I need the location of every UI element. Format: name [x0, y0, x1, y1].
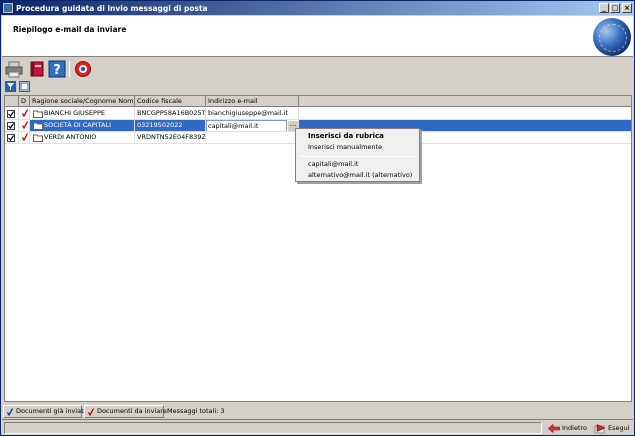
svg-text:?: ? [53, 63, 61, 78]
arrow-left-icon [548, 424, 560, 433]
d-cell [19, 120, 30, 132]
filter-icon[interactable] [5, 81, 16, 92]
back-button[interactable]: Indietro [545, 421, 592, 435]
toolbar-separator [69, 61, 70, 77]
menu-item-email-alternative[interactable]: alternativo@mail.it (alternativo) [296, 170, 419, 181]
menu-item-email-primary[interactable]: capitali@mail.it [296, 159, 419, 170]
window-title: Procedura guidata di invio messaggi di p… [16, 4, 208, 13]
table-row[interactable]: BIANCHI GIUSEPPE BNCGPP58A16B025T bianch… [5, 108, 631, 120]
menu-separator [299, 156, 416, 157]
filler-cell [299, 108, 631, 120]
d-cell [19, 132, 30, 144]
fiscal-code-cell: VRDNTN52E04F839Z [135, 132, 206, 144]
book-icon[interactable] [28, 60, 46, 78]
col-check[interactable] [5, 96, 19, 107]
footer-bar: Indietro Esegui [2, 419, 633, 435]
wizard-header: Riepilogo e-mail da inviare [2, 16, 633, 57]
total-messages: Messaggi totali: 3 [167, 407, 225, 415]
fiscal-code-cell: 03219502022 [135, 120, 206, 132]
close-button[interactable]: × [622, 3, 632, 13]
minimize-button[interactable]: _ [599, 3, 609, 13]
filter-bar [2, 81, 633, 93]
col-email[interactable]: Indirizzo e-mail [206, 96, 299, 107]
help-icon[interactable]: ? [48, 60, 66, 78]
send-icon [594, 424, 606, 434]
run-button[interactable]: Esegui [591, 421, 635, 435]
folder-icon [33, 134, 43, 142]
printer-icon[interactable] [5, 60, 23, 78]
check-icon [22, 109, 28, 117]
row-checkbox[interactable] [5, 132, 19, 144]
menu-item-from-addressbook[interactable]: Inserisci da rubrica [296, 131, 419, 142]
page-title: Riepilogo e-mail da inviare [13, 25, 127, 34]
name-cell: BIANCHI GIUSEPPE [30, 108, 135, 120]
col-filler [299, 96, 631, 107]
menu-item-manual[interactable]: Inserisci manualmente [296, 142, 419, 153]
col-fiscal-code[interactable]: Codice fiscale [135, 96, 206, 107]
row-checkbox[interactable] [5, 120, 19, 132]
col-name[interactable]: Ragione sociale/Cognome Nome [30, 96, 135, 107]
d-cell [19, 108, 30, 120]
tab-documents-to-send[interactable]: Documenti da inviare [84, 405, 167, 418]
check-icon [88, 408, 94, 416]
email-cell: capitali@mail.it ... [206, 120, 299, 132]
row-checkbox[interactable] [5, 108, 19, 120]
globe-logo [593, 18, 631, 56]
status-tabs: Documenti già inviati Documenti da invia… [2, 405, 633, 418]
maximize-button[interactable]: □ [610, 3, 620, 13]
check-icon [22, 133, 28, 141]
toolbar: ? [2, 58, 633, 80]
title-bar: Procedura guidata di invio messaggi di p… [1, 1, 634, 15]
name-cell: SOCIETÀ DI CAPITALI [30, 120, 135, 132]
tab-sent-documents[interactable]: Documenti già inviati [3, 405, 85, 418]
col-d[interactable]: D [19, 96, 30, 107]
exit-icon[interactable] [74, 60, 92, 78]
grid-header: D Ragione sociale/Cognome Nome Codice fi… [5, 96, 631, 107]
fiscal-code-cell: BNCGPP58A16B025T [135, 108, 206, 120]
check-icon [22, 121, 28, 129]
checkbox-icon[interactable] [19, 81, 30, 92]
app-icon [3, 3, 13, 13]
folder-icon [33, 122, 43, 130]
email-input[interactable]: capitali@mail.it [206, 120, 287, 131]
email-cell[interactable]: bianchigiuseppe@mail.it [206, 108, 299, 120]
name-cell: VERDI ANTONIO [30, 132, 135, 144]
app-window: Procedura guidata di invio messaggi di p… [0, 0, 635, 436]
check-icon [7, 408, 13, 416]
folder-icon [33, 110, 43, 118]
email-cell[interactable] [206, 132, 299, 144]
status-field [4, 422, 542, 434]
context-menu: Inserisci da rubrica Inserisci manualmen… [295, 128, 420, 182]
